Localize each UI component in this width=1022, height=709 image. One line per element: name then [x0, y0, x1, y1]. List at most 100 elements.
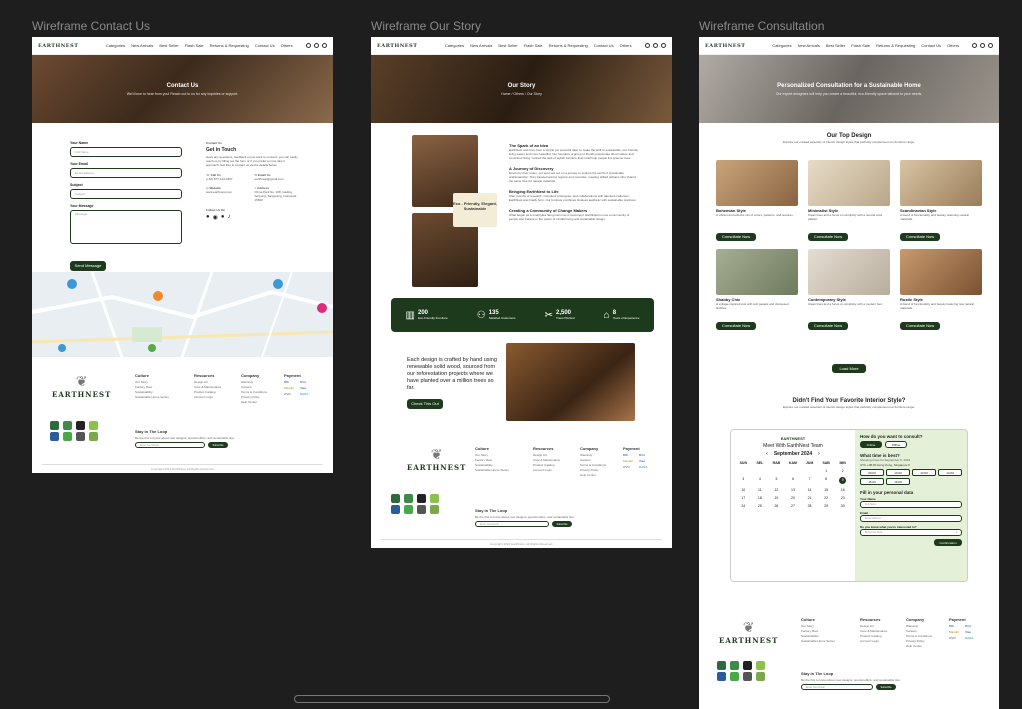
calendar-day[interactable]: 4: [752, 477, 769, 484]
calendar-day[interactable]: 30: [834, 504, 851, 508]
send-message-button[interactable]: Send Message: [70, 260, 106, 271]
calendar-day[interactable]: 20: [785, 496, 802, 500]
nav-link[interactable]: Contact Us: [255, 43, 275, 48]
nav-link[interactable]: Returns & Requesting: [549, 43, 588, 48]
footer-link[interactable]: Sustainable Home Series: [135, 395, 169, 400]
check-this-out-button[interactable]: Check This Out: [407, 398, 443, 409]
newsletter-email-input[interactable]: Enter Your Email: [135, 442, 205, 448]
facebook-icon[interactable]: ●: [206, 214, 210, 221]
nav-link[interactable]: Best Seller: [159, 43, 178, 48]
footer-link[interactable]: Sustainable Home Series: [475, 468, 509, 473]
calendar-day[interactable]: 27: [785, 504, 802, 508]
calendar-day[interactable]: 16: [834, 488, 851, 492]
cart-icon[interactable]: [322, 43, 327, 48]
consultate-button[interactable]: Consultate Now: [716, 321, 756, 330]
time-slot[interactable]: 09:00: [860, 469, 884, 476]
footer-link[interactable]: Account Login: [860, 639, 887, 644]
time-slot[interactable]: 10:00: [886, 469, 910, 476]
subject-field[interactable]: Subject: [70, 189, 182, 199]
cart-icon[interactable]: [988, 43, 993, 48]
load-more-button[interactable]: Load More: [832, 364, 866, 373]
calendar-day[interactable]: 13: [785, 488, 802, 492]
footer-link[interactable]: Help Center: [906, 644, 932, 649]
calendar-day[interactable]: 19: [768, 496, 785, 500]
time-slot[interactable]: 16:00: [886, 478, 910, 485]
time-slot[interactable]: 13:00: [912, 469, 936, 476]
twitter-icon[interactable]: ●: [221, 214, 225, 221]
consultate-button[interactable]: Consultate Now: [900, 232, 940, 241]
prev-month-icon[interactable]: ‹: [766, 451, 768, 457]
account-icon[interactable]: [980, 43, 985, 48]
nav-link[interactable]: Others: [281, 43, 293, 48]
nav-link[interactable]: Contact Us: [594, 43, 614, 48]
time-slot[interactable]: 14:00: [938, 469, 962, 476]
timezone-select[interactable]: UTC +08:00 Hong Kong, Singapore ▾: [860, 463, 962, 467]
nav-link[interactable]: Flash Sale: [185, 43, 204, 48]
search-icon[interactable]: [645, 43, 650, 48]
horizontal-scrollbar[interactable]: [294, 695, 610, 703]
calendar-day[interactable]: 15: [818, 488, 835, 492]
offline-option[interactable]: Offline: [885, 441, 907, 448]
nav-link[interactable]: Others: [947, 43, 959, 48]
calendar-day[interactable]: 9: [839, 477, 847, 484]
nav-link[interactable]: Flash Sale: [851, 43, 870, 48]
footer-link[interactable]: Sustainable Home Series: [801, 639, 835, 644]
calendar-day[interactable]: 25: [752, 504, 769, 508]
newsletter-email-input[interactable]: Enter Your Email: [475, 521, 549, 527]
footer-link[interactable]: Help Center: [580, 473, 606, 478]
online-option[interactable]: Online: [860, 441, 882, 448]
nav-link[interactable]: New Arrivals: [131, 43, 153, 48]
tiktok-icon[interactable]: ♪: [228, 214, 231, 221]
calendar-day[interactable]: 18: [752, 496, 769, 500]
calendar-day[interactable]: 22: [818, 496, 835, 500]
calendar-day[interactable]: 14: [801, 488, 818, 492]
calendar-day[interactable]: 29: [818, 504, 835, 508]
nav-link[interactable]: Best Seller: [498, 43, 517, 48]
confirmation-button[interactable]: Confirmation: [934, 539, 962, 546]
account-icon[interactable]: [653, 43, 658, 48]
calendar-day[interactable]: 10: [735, 488, 752, 492]
email-field[interactable]: Email address: [70, 168, 182, 178]
consultate-button[interactable]: Consultate Now: [900, 321, 940, 330]
message-field[interactable]: Message: [70, 210, 182, 244]
nav-logo[interactable]: EARTHNEST: [38, 43, 78, 49]
subscribe-button[interactable]: Subscribe: [876, 684, 896, 690]
nav-link[interactable]: Returns & Requesting: [876, 43, 915, 48]
time-slot[interactable]: 15:00: [860, 478, 884, 485]
email-field[interactable]: Email address: [860, 515, 962, 522]
consultate-button[interactable]: Consultate Now: [716, 232, 756, 241]
nav-link[interactable]: Categories: [445, 43, 464, 48]
nav-link[interactable]: Others: [620, 43, 632, 48]
footer-link[interactable]: Account Login: [533, 468, 560, 473]
calendar-day[interactable]: 21: [801, 496, 818, 500]
calendar-day[interactable]: 3: [735, 477, 752, 484]
cart-icon[interactable]: [661, 43, 666, 48]
style-select[interactable]: Bohemian Style ▾: [860, 529, 962, 536]
nav-logo[interactable]: EARTHNEST: [705, 43, 745, 49]
calendar-day[interactable]: 8: [818, 477, 835, 484]
instagram-icon[interactable]: ◉: [213, 214, 218, 221]
footer-link[interactable]: Help Center: [241, 400, 267, 405]
calendar-day[interactable]: 7: [801, 477, 818, 484]
next-month-icon[interactable]: ›: [818, 451, 820, 457]
calendar-day[interactable]: 23: [834, 496, 851, 500]
calendar-day[interactable]: 12: [768, 488, 785, 492]
newsletter-email-input[interactable]: Enter Your Email: [801, 684, 873, 690]
calendar-day[interactable]: 6: [785, 477, 802, 484]
name-field[interactable]: Full Name: [70, 147, 182, 157]
calendar-day[interactable]: 24: [735, 504, 752, 508]
search-icon[interactable]: [972, 43, 977, 48]
nav-link[interactable]: Returns & Requesting: [210, 43, 249, 48]
search-icon[interactable]: [306, 43, 311, 48]
calendar-day[interactable]: 5: [768, 477, 785, 484]
nav-link[interactable]: Best Seller: [826, 43, 845, 48]
calendar-day[interactable]: 11: [752, 488, 769, 492]
nav-link[interactable]: Categories: [772, 43, 791, 48]
calendar-day[interactable]: 17: [735, 496, 752, 500]
calendar-day[interactable]: 1: [818, 469, 835, 473]
footer-link[interactable]: Account Login: [194, 395, 221, 400]
nav-link[interactable]: New Arrivals: [470, 43, 492, 48]
calendar-day[interactable]: 28: [801, 504, 818, 508]
map[interactable]: [32, 272, 333, 357]
nav-logo[interactable]: EARTHNEST: [377, 43, 417, 49]
